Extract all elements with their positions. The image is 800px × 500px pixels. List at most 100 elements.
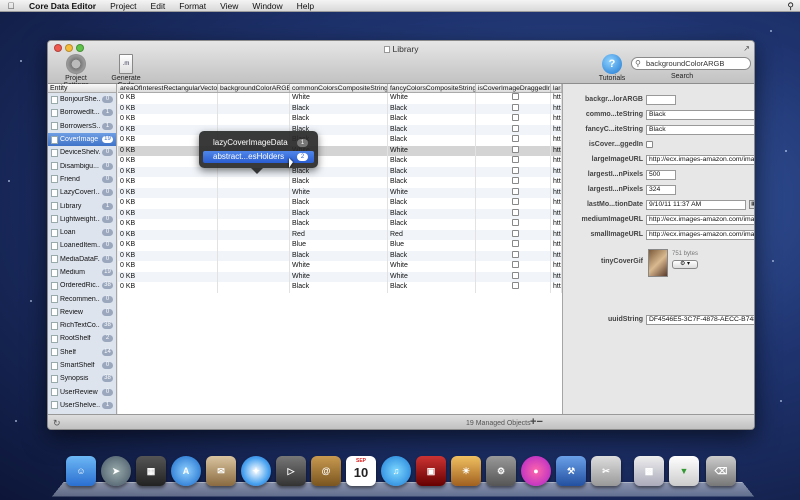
cover-dragged-checkbox[interactable] xyxy=(512,229,519,237)
cover-dragged-checkbox[interactable] xyxy=(512,261,519,268)
sidebar-item-entity[interactable]: Library 1 xyxy=(48,199,116,212)
downloads-stack-icon[interactable]: ▼ xyxy=(669,456,699,486)
tutorials-button[interactable]: ? Tutorials xyxy=(596,54,628,82)
sidebar-item-entity[interactable]: Loan 0 xyxy=(48,226,116,239)
fancy-colors-field[interactable]: Black xyxy=(646,125,754,135)
utilities-icon[interactable]: ✂ xyxy=(591,456,621,486)
menu-app-name[interactable]: Core Data Editor xyxy=(22,1,103,11)
cover-dragged-checkbox[interactable] xyxy=(512,145,519,153)
xcode-icon[interactable]: ⚒ xyxy=(556,456,586,486)
cover-dragged-checkbox[interactable] xyxy=(512,208,519,216)
cover-dragged-checkbox[interactable] xyxy=(512,198,519,205)
background-color-field[interactable] xyxy=(646,95,676,105)
fullscreen-icon[interactable]: ↗ xyxy=(743,44,750,53)
cover-dragged-checkbox[interactable] xyxy=(512,282,519,289)
facetime-icon[interactable]: ▷ xyxy=(276,456,306,486)
instruments-icon[interactable]: ● xyxy=(521,456,551,486)
sidebar-item-entity[interactable]: Medium 19 xyxy=(48,266,116,279)
calendar-icon[interactable]: ▦ xyxy=(749,200,754,209)
address-book-icon[interactable]: @ xyxy=(311,456,341,486)
table-row[interactable]: 0 KBBlackBlackhtt xyxy=(118,114,562,125)
sidebar-item-entity[interactable]: SmartShelf 0 xyxy=(48,359,116,372)
table-row[interactable]: 0 KBWhiteWhitehtt xyxy=(118,271,562,282)
popover-item-lazy-cover-image-data[interactable]: lazyCoverImageData 1 xyxy=(203,137,314,149)
menu-format[interactable]: Format xyxy=(172,1,213,11)
sidebar-item-entity[interactable]: UserReview 0 xyxy=(48,386,116,399)
table-row[interactable]: 0 KBWhiteWhitehtt xyxy=(118,187,562,198)
table-row[interactable]: 0 KBBlackBlackhtt xyxy=(118,198,562,209)
sidebar-item-entity[interactable]: Friend 0 xyxy=(48,173,116,186)
cover-dragged-checkbox[interactable] xyxy=(512,114,519,121)
iphoto-icon[interactable]: ☀ xyxy=(451,456,481,486)
menu-window[interactable]: Window xyxy=(245,1,289,11)
sidebar-item-entity[interactable]: MediaDataF... 0 xyxy=(48,253,116,266)
last-modified-field[interactable]: 9/10/11 11:37 AM xyxy=(646,200,746,210)
medium-image-url-field[interactable]: http://ecx.images-amazon.com/ima xyxy=(646,215,754,225)
sidebar-item-entity[interactable]: BorrowersS... 1 xyxy=(48,120,116,133)
table-row[interactable]: 0 KBBlackBlackhtt xyxy=(118,177,562,188)
sidebar-item-entity[interactable]: Recommen... 0 xyxy=(48,292,116,305)
menu-edit[interactable]: Edit xyxy=(144,1,173,11)
cover-dragged-checkbox[interactable] xyxy=(512,135,519,142)
popover-item-abstract-holders[interactable]: abstract...esHolders 2 xyxy=(203,151,314,163)
column-header[interactable]: backgroundColorARGB xyxy=(218,84,290,92)
image-action-popup[interactable]: ⚙ ▾ xyxy=(672,260,698,269)
table-row[interactable]: 0 KB Blue Blue htt xyxy=(118,240,562,251)
preview-icon[interactable]: ▩ xyxy=(634,456,664,486)
refresh-icon[interactable]: ↻ xyxy=(53,418,61,429)
sidebar-item-entity[interactable]: LoanedItem... 0 xyxy=(48,239,116,252)
table-row[interactable]: 0 KBBlackBlackhtt xyxy=(118,166,562,177)
mail-icon[interactable]: ✉ xyxy=(206,456,236,486)
launchpad-icon[interactable]: ➤ xyxy=(101,456,131,486)
cover-dragged-checkbox[interactable] xyxy=(512,124,519,132)
safari-icon[interactable]: ✦ xyxy=(241,456,271,486)
app-store-icon[interactable]: A xyxy=(171,456,201,486)
table-row[interactable]: 0 KBBlackBlackhtt xyxy=(118,219,562,230)
table-row[interactable]: 0 KBBlackBlackhtt xyxy=(118,250,562,261)
menu-view[interactable]: View xyxy=(213,1,245,11)
trash-icon[interactable]: ⌫ xyxy=(706,456,736,486)
table-row[interactable]: 0 KBBlackBlackhtt xyxy=(118,156,562,167)
sidebar-item-entity[interactable]: RootShelf 2 xyxy=(48,332,116,345)
cover-dragged-checkbox[interactable] xyxy=(512,177,519,184)
sidebar-item-entity[interactable]: BorrowedIt... 1 xyxy=(48,106,116,119)
large-image-url-field[interactable]: http://ecx.images-amazon.com/ima xyxy=(646,155,754,165)
entity-column-header[interactable]: Entity xyxy=(48,84,116,93)
sidebar-item-entity[interactable]: BonjourShe... 0 xyxy=(48,93,116,106)
sidebar-item-entity[interactable]: Shelf 14 xyxy=(48,346,116,359)
table-row[interactable]: 0 KBBlackBlackhtt xyxy=(118,124,562,135)
cover-thumbnail[interactable] xyxy=(648,249,668,277)
table-row[interactable]: 0 KBWhiteWhitehtt xyxy=(118,93,562,104)
cover-dragged-checkbox[interactable] xyxy=(512,250,519,258)
sidebar-item-entity[interactable]: Synopsis 38 xyxy=(48,372,116,385)
cover-dragged-checkbox[interactable] xyxy=(512,156,519,163)
column-header[interactable]: commonColorsCompositeString xyxy=(290,84,388,92)
cover-dragged-checkbox[interactable] xyxy=(512,103,519,111)
cover-dragged-checkbox[interactable] xyxy=(512,271,519,279)
finder-icon[interactable]: ☺ xyxy=(66,456,96,486)
small-image-url-field[interactable]: http://ecx.images-amazon.com/ima xyxy=(646,230,754,240)
is-cover-dragged-checkbox[interactable] xyxy=(646,141,653,148)
sidebar-item-entity[interactable]: UserShelve... 1 xyxy=(48,399,116,412)
table-row[interactable]: 0 KBBlackBlackhtt xyxy=(118,135,562,146)
column-header[interactable]: areaOfInterestRectangularVector xyxy=(118,84,218,92)
column-header[interactable]: isCoverImageDraggedIn xyxy=(476,84,551,92)
remove-object-button[interactable]: − xyxy=(536,416,542,428)
table-row[interactable]: 0 KBWhiteWhitehtt xyxy=(118,145,562,156)
sidebar-item-entity[interactable]: Review 0 xyxy=(48,306,116,319)
column-header[interactable]: fancyColorsCompositeString xyxy=(388,84,476,92)
sidebar-item-entity[interactable]: Lightweight... 0 xyxy=(48,213,116,226)
sidebar-item-entity[interactable]: CoverImage 19 xyxy=(48,132,116,147)
cover-dragged-checkbox[interactable] xyxy=(512,93,519,100)
uuid-string-field[interactable]: DF4546E5-3C7F-4878-AECC-B7481 xyxy=(646,315,754,325)
menu-help[interactable]: Help xyxy=(290,1,321,11)
column-header[interactable]: larg xyxy=(551,84,562,92)
sidebar-item-entity[interactable]: RichTextCo... 38 xyxy=(48,319,116,332)
largest-height-field[interactable]: 500 xyxy=(646,170,676,180)
spotlight-icon[interactable]: ⚲ xyxy=(787,1,794,12)
system-preferences-icon[interactable]: ⚙ xyxy=(486,456,516,486)
calendar-icon[interactable]: SEP 10 xyxy=(346,456,376,486)
common-colors-field[interactable]: Black xyxy=(646,110,754,120)
table-row[interactable]: 0 KBWhiteWhitehtt xyxy=(118,261,562,272)
itunes-icon[interactable]: ♫ xyxy=(381,456,411,486)
